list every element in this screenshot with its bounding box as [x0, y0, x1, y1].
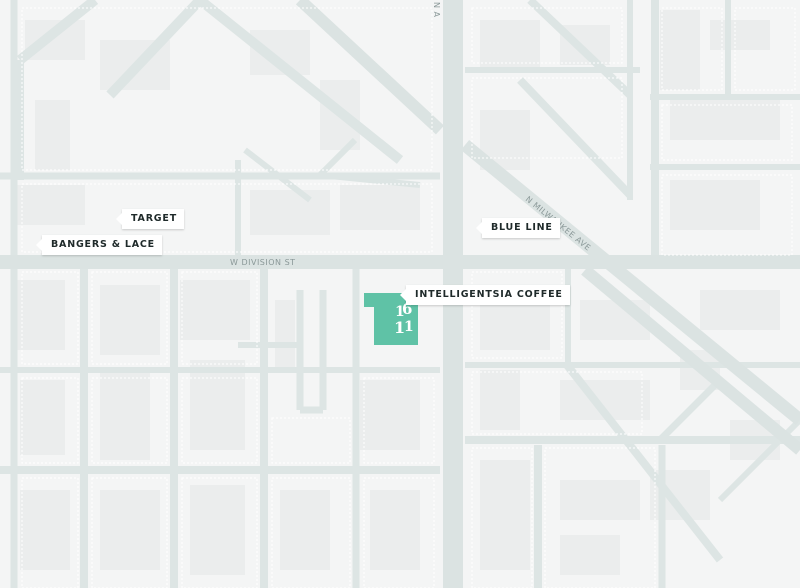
poi-label-blue-line[interactable]: BLUE LINE	[476, 218, 560, 238]
map-canvas[interactable]: W DIVISION ST N MILWAUKEE AVE N A 1 6 1 …	[0, 0, 800, 588]
poi-label-bangers-and-lace[interactable]: BANGERS & LACE	[36, 235, 162, 255]
poi-text-blue-line: BLUE LINE	[491, 222, 553, 233]
logo-digit-right: 1	[404, 319, 414, 335]
poi-text-target: TARGET	[131, 213, 177, 224]
street-label-north-vertical: N A	[432, 2, 441, 18]
poi-text-bangers-and-lace: BANGERS & LACE	[51, 239, 155, 250]
poi-label-target[interactable]: TARGET	[116, 209, 184, 229]
poi-text-intelligentsia-coffee: INTELLIGENTSIA COFFEE	[415, 289, 563, 300]
street-label-division: W DIVISION ST	[230, 258, 296, 267]
poi-label-intelligentsia-coffee[interactable]: INTELLIGENTSIA COFFEE	[400, 285, 570, 305]
